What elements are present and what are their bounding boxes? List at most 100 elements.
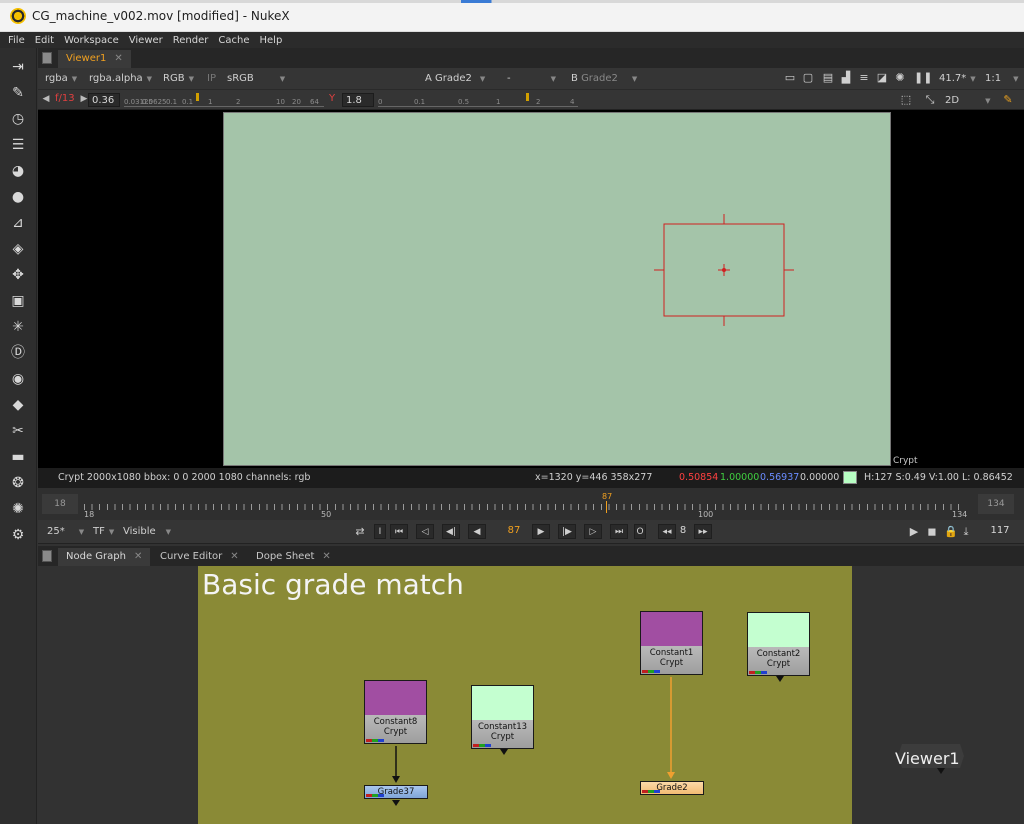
- tab-node-graph[interactable]: Node Graph ✕: [58, 548, 151, 566]
- channel-icon[interactable]: ⊿: [9, 214, 27, 232]
- fstop-value[interactable]: f/13: [52, 91, 78, 107]
- a-input-dropdown[interactable]: A Grade2 ▼: [422, 71, 488, 87]
- channels-dropdown[interactable]: rgba ▼: [42, 71, 80, 87]
- close-icon[interactable]: ✕: [230, 551, 238, 562]
- particles-icon[interactable]: ✳: [9, 318, 27, 336]
- b-input-dropdown[interactable]: B Grade2 ▼: [568, 71, 640, 87]
- colorspace-dropdown[interactable]: sRGB ▼: [224, 71, 288, 87]
- roi-select-icon[interactable]: ⬚: [900, 94, 912, 106]
- pause-icon[interactable]: ❚❚: [914, 72, 932, 84]
- record-icon[interactable]: ◼: [926, 526, 938, 538]
- step-back-button[interactable]: ◂◂: [658, 524, 676, 539]
- backdrop-node[interactable]: Basic grade match Constant8 Crypt Constan…: [198, 566, 964, 824]
- tab-curve-editor[interactable]: Curve Editor ✕: [152, 548, 247, 566]
- node-constant2[interactable]: Constant2 Crypt: [747, 612, 810, 682]
- flipbook-icon[interactable]: ▶: [908, 526, 920, 538]
- playhead[interactable]: [606, 501, 607, 513]
- axis-icon[interactable]: ⤡: [924, 94, 936, 106]
- clip-icon[interactable]: ▟: [840, 72, 852, 84]
- menu-viewer[interactable]: Viewer: [124, 35, 168, 46]
- gamma-slider-knob[interactable]: [526, 93, 529, 101]
- play-forward-button[interactable]: ▶: [532, 524, 550, 539]
- viewer-canvas[interactable]: Crypt: [38, 110, 1024, 468]
- lock-icon[interactable]: 🔒: [944, 526, 958, 538]
- lut-icon[interactable]: ≡: [858, 72, 870, 84]
- toolbar-pin-icon[interactable]: ⇥: [9, 58, 27, 76]
- tab-dope-sheet[interactable]: Dope Sheet ✕: [248, 548, 339, 566]
- fstop-left-arrow-icon[interactable]: ◀: [40, 93, 52, 105]
- proxy-dropdown[interactable]: 1:1 ▼: [982, 71, 1021, 87]
- gain-slider[interactable]: 0.03125 0.0625 0.1 0.1 1 2 10 20 64: [124, 93, 324, 107]
- circle-icon[interactable]: ●: [9, 188, 27, 206]
- in-point-field[interactable]: 18: [42, 494, 78, 514]
- wrench-icon[interactable]: ✂: [9, 422, 27, 440]
- node-constant13[interactable]: Constant13 Crypt: [471, 685, 534, 755]
- menu-file[interactable]: File: [0, 35, 30, 46]
- layers-stack-icon[interactable]: ☰: [9, 136, 27, 154]
- alpha-dropdown[interactable]: rgba.alpha ▼: [86, 71, 155, 87]
- node-grade2[interactable]: Grade2: [640, 781, 704, 795]
- roi-icon[interactable]: ▢: [802, 72, 814, 84]
- transform-handle[interactable]: [38, 110, 1024, 468]
- paint-brush-icon[interactable]: ✎: [1002, 94, 1014, 106]
- prev-keyframe-button[interactable]: ◀|: [442, 524, 460, 539]
- out-marker-button[interactable]: O: [634, 524, 646, 539]
- keyer-icon[interactable]: ❂: [9, 474, 27, 492]
- pane-menu-icon[interactable]: [42, 52, 52, 64]
- next-frame-button[interactable]: |▶: [558, 524, 576, 539]
- visible-dropdown[interactable]: Visible ▼: [120, 524, 174, 540]
- current-frame-field[interactable]: 87: [494, 524, 534, 540]
- gamma-field[interactable]: 1.8: [342, 93, 374, 107]
- deep-icon[interactable]: Ⓓ: [9, 344, 27, 362]
- region-icon[interactable]: ▭: [784, 72, 796, 84]
- clock-icon[interactable]: ◷: [9, 110, 27, 128]
- in-marker-button[interactable]: I: [374, 524, 386, 539]
- move-icon[interactable]: ✥: [9, 266, 27, 284]
- node-constant8[interactable]: Constant8 Crypt: [364, 680, 427, 744]
- node-graph-canvas[interactable]: Basic grade match Constant8 Crypt Constan…: [38, 566, 1024, 824]
- toolsets-icon[interactable]: ▬: [9, 448, 27, 466]
- menu-edit[interactable]: Edit: [30, 35, 59, 46]
- menu-cache[interactable]: Cache: [213, 35, 254, 46]
- overlay-icon[interactable]: ▤: [822, 72, 834, 84]
- view-mode-dropdown[interactable]: 2D ▼: [942, 93, 993, 109]
- frame-range-end-field[interactable]: 117: [982, 524, 1018, 540]
- eye-icon[interactable]: ◉: [9, 370, 27, 388]
- layers-icon[interactable]: ◈: [9, 240, 27, 258]
- settings-icon[interactable]: ⚙: [9, 526, 27, 544]
- close-icon[interactable]: ✕: [134, 551, 142, 562]
- tag-icon[interactable]: ◆: [9, 396, 27, 414]
- pencil-icon[interactable]: ✎: [9, 84, 27, 102]
- play-backward-button[interactable]: ◀: [468, 524, 486, 539]
- tf-dropdown[interactable]: TF ▼: [90, 524, 117, 540]
- prev-increment-button[interactable]: ◁: [416, 524, 434, 539]
- close-icon[interactable]: ✕: [114, 53, 122, 64]
- node-grade37[interactable]: Grade37: [364, 785, 428, 799]
- ip-toggle[interactable]: IP: [204, 71, 219, 87]
- close-icon[interactable]: ✕: [322, 551, 330, 562]
- display-dropdown[interactable]: RGB ▼: [160, 71, 197, 87]
- gain-slider-knob[interactable]: [196, 93, 199, 101]
- timeline-ruler[interactable]: 18 50 100 134 87: [84, 492, 967, 519]
- wipe-mode-dropdown[interactable]: - ▼: [504, 71, 564, 87]
- menu-workspace[interactable]: Workspace: [59, 35, 124, 46]
- pane-menu-icon[interactable]: [42, 550, 52, 562]
- menu-render[interactable]: Render: [168, 35, 214, 46]
- gamma-slider[interactable]: 0 0.1 0.5 1 2 4: [378, 93, 578, 107]
- tab-viewer1[interactable]: Viewer1 ✕: [58, 50, 131, 68]
- refresh-icon[interactable]: ✺: [894, 72, 906, 84]
- last-frame-button[interactable]: ⏭: [610, 524, 628, 539]
- cube-icon[interactable]: ▣: [9, 292, 27, 310]
- mask-icon[interactable]: ◪: [876, 72, 888, 84]
- gain-field[interactable]: 0.36: [88, 93, 120, 107]
- first-frame-button[interactable]: ⏮: [390, 524, 408, 539]
- step-forward-button[interactable]: ▸▸: [694, 524, 712, 539]
- color-wheel-icon[interactable]: ◕: [9, 162, 27, 180]
- menu-help[interactable]: Help: [255, 35, 288, 46]
- other-icon[interactable]: ✺: [9, 500, 27, 518]
- zoom-dropdown[interactable]: 41.7* ▼: [936, 71, 979, 87]
- out-point-field[interactable]: 134: [978, 494, 1014, 514]
- next-increment-button[interactable]: ▷: [584, 524, 602, 539]
- export-icon[interactable]: ⤓: [960, 526, 972, 538]
- step-field[interactable]: 8: [676, 524, 690, 540]
